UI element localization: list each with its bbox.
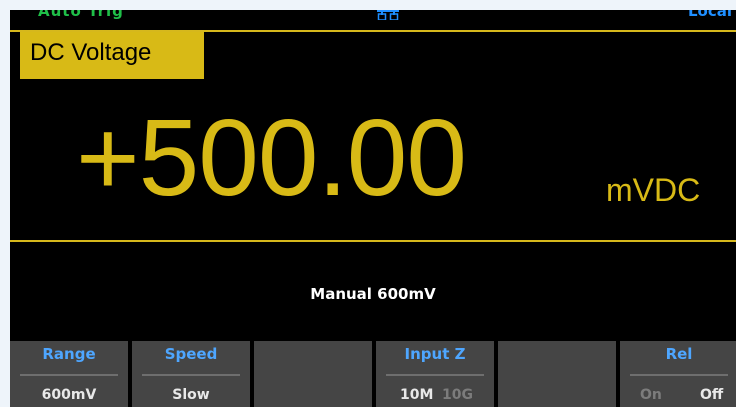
softkey-divider xyxy=(142,374,240,376)
blank-softkey-3[interactable] xyxy=(254,341,372,407)
softkey-bar: Range 600mV Speed Slow Input Z 10M 10G R… xyxy=(10,341,736,407)
softkey-divider xyxy=(630,374,728,376)
blank-softkey-5[interactable] xyxy=(498,341,616,407)
middle-divider xyxy=(10,240,736,242)
rel-option-on: On xyxy=(640,387,662,403)
input-z-option-10g: 10G xyxy=(442,387,473,403)
speed-softkey-title: Speed xyxy=(164,345,218,363)
rel-softkey[interactable]: Rel On Off xyxy=(620,341,736,407)
range-info: Manual 600mV xyxy=(310,285,436,303)
main-reading: +500.00 xyxy=(76,97,467,219)
input-z-softkey-title: Input Z xyxy=(404,345,466,363)
range-softkey-title: Range xyxy=(42,345,96,363)
input-z-option-10m: 10M xyxy=(400,387,434,403)
lan-icon xyxy=(377,10,399,20)
trigger-mode-status: Auto Trig xyxy=(38,10,124,20)
range-softkey[interactable]: Range 600mV xyxy=(10,341,128,407)
softkey-divider xyxy=(386,374,484,376)
reading-unit: mVDC xyxy=(606,172,701,208)
softkey-divider xyxy=(20,374,118,376)
rel-softkey-title: Rel xyxy=(665,345,693,363)
speed-softkey[interactable]: Speed Slow xyxy=(132,341,250,407)
function-label: DC Voltage xyxy=(20,32,204,79)
speed-softkey-value: Slow xyxy=(172,387,210,403)
range-softkey-value: 600mV xyxy=(41,387,97,403)
multimeter-screen: Auto Trig Local DC Voltage +500.00 mVDC … xyxy=(10,10,736,407)
remote-state-status: Local xyxy=(688,10,733,20)
input-z-softkey[interactable]: Input Z 10M 10G xyxy=(376,341,494,407)
rel-option-off: Off xyxy=(700,387,724,403)
